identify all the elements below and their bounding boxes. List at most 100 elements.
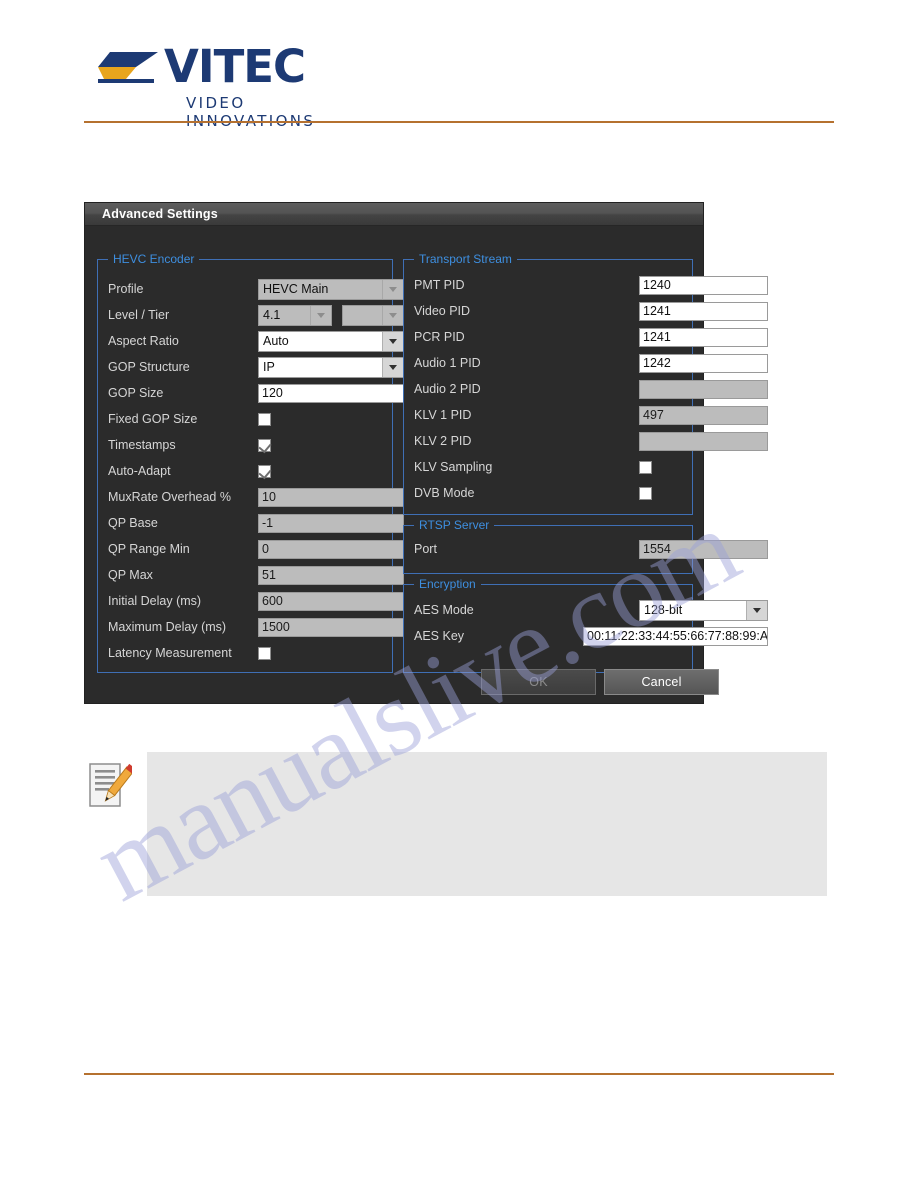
brand-tagline: VIDEO INNOVATIONS bbox=[186, 94, 316, 130]
label-video-pid: Video PID bbox=[414, 304, 471, 318]
input-audio-1-pid[interactable]: 1242 bbox=[639, 354, 768, 373]
row-klv-1-pid: KLV 1 PID 497 bbox=[404, 404, 768, 430]
group-legend-transport-stream: Transport Stream bbox=[414, 252, 517, 266]
label-aspect-ratio: Aspect Ratio bbox=[108, 334, 179, 348]
group-transport-stream: Transport Stream PMT PID 1240 Video PID 124… bbox=[403, 252, 768, 515]
combo-level[interactable]: 4.1 bbox=[258, 305, 332, 326]
checkbox-latency-measurement[interactable] bbox=[258, 647, 271, 660]
input-aes-key[interactable]: 00:11:22:33:44:55:66:77:88:99:A bbox=[583, 627, 768, 646]
vitec-swoosh-logo-icon bbox=[98, 52, 158, 83]
checkbox-dvb-mode[interactable] bbox=[639, 487, 652, 500]
chevron-down-icon[interactable] bbox=[310, 306, 331, 325]
row-video-pid: Video PID 1241 bbox=[404, 300, 768, 326]
row-level-tier: Level / Tier 4.1 bbox=[98, 304, 404, 330]
vitec-logo: VITEC VIDEO INNOVATIONS bbox=[96, 40, 366, 130]
label-gop-structure: GOP Structure bbox=[108, 360, 190, 374]
chevron-down-icon[interactable] bbox=[382, 280, 403, 299]
input-gop-size[interactable]: 120 bbox=[258, 384, 404, 403]
input-muxrate-overhead[interactable]: 10 bbox=[258, 488, 404, 507]
row-aes-mode: AES Mode 128-bit bbox=[404, 599, 768, 625]
row-aes-key: AES Key 00:11:22:33:44:55:66:77:88:99:A bbox=[404, 625, 768, 651]
group-legend-hevc-encoder: HEVC Encoder bbox=[108, 252, 200, 266]
input-qp-base[interactable]: -1 bbox=[258, 514, 404, 533]
checkbox-auto-adapt[interactable] bbox=[258, 465, 271, 478]
row-aspect-ratio: Aspect Ratio Auto bbox=[98, 330, 404, 356]
label-dvb-mode: DVB Mode bbox=[414, 486, 475, 500]
input-pmt-pid[interactable]: 1240 bbox=[639, 276, 768, 295]
label-qp-range-min: QP Range Min bbox=[108, 542, 190, 556]
label-klv-sampling: KLV Sampling bbox=[414, 460, 493, 474]
label-muxrate-overhead: MuxRate Overhead % bbox=[108, 490, 231, 504]
label-klv-1-pid: KLV 1 PID bbox=[414, 408, 472, 422]
chevron-down-icon[interactable] bbox=[382, 332, 403, 351]
row-maximum-delay-ms: Maximum Delay (ms) 1500 bbox=[98, 616, 404, 642]
row-latency-measurement: Latency Measurement bbox=[98, 642, 392, 668]
brand-name: VITEC bbox=[164, 40, 306, 93]
row-muxrate-overhead: MuxRate Overhead % 10 bbox=[98, 486, 404, 512]
label-fixed-gop-size: Fixed GOP Size bbox=[108, 412, 198, 426]
label-initial-delay-ms: Initial Delay (ms) bbox=[108, 594, 202, 608]
row-qp-range-min: QP Range Min 0 bbox=[98, 538, 404, 564]
combo-gop-structure[interactable]: IP bbox=[258, 357, 404, 378]
row-qp-base: QP Base -1 bbox=[98, 512, 404, 538]
input-pcr-pid[interactable]: 1241 bbox=[639, 328, 768, 347]
dialog-title: Advanced Settings bbox=[102, 207, 218, 221]
row-qp-max: QP Max 51 bbox=[98, 564, 404, 590]
label-gop-size: GOP Size bbox=[108, 386, 164, 400]
label-qp-max: QP Max bbox=[108, 568, 153, 582]
group-rtsp-server: RTSP Server Port 1554 bbox=[403, 518, 768, 574]
row-dvb-mode: DVB Mode bbox=[404, 482, 692, 508]
row-pmt-pid: PMT PID 1240 bbox=[404, 274, 768, 300]
label-maximum-delay-ms: Maximum Delay (ms) bbox=[108, 620, 227, 634]
checkbox-klv-sampling[interactable] bbox=[639, 461, 652, 474]
label-klv-2-pid: KLV 2 PID bbox=[414, 434, 472, 448]
row-audio-2-pid: Audio 2 PID bbox=[404, 378, 768, 404]
row-initial-delay-ms: Initial Delay (ms) 600 bbox=[98, 590, 404, 616]
group-legend-encryption: Encryption bbox=[414, 577, 481, 591]
footer-divider bbox=[84, 1073, 834, 1075]
row-gop-size: GOP Size 120 bbox=[98, 382, 404, 408]
note-pencil-icon bbox=[89, 763, 132, 807]
checkbox-fixed-gop-size[interactable] bbox=[258, 413, 271, 426]
input-klv-2-pid[interactable] bbox=[639, 432, 768, 451]
label-profile: Profile bbox=[108, 282, 144, 296]
checkbox-timestamps[interactable] bbox=[258, 439, 271, 452]
label-auto-adapt: Auto-Adapt bbox=[108, 464, 171, 478]
row-fixed-gop-size: Fixed GOP Size bbox=[98, 408, 392, 434]
combo-aspect-ratio[interactable]: Auto bbox=[258, 331, 404, 352]
input-qp-range-min[interactable]: 0 bbox=[258, 540, 404, 559]
label-timestamps: Timestamps bbox=[108, 438, 176, 452]
input-initial-delay-ms[interactable]: 600 bbox=[258, 592, 404, 611]
cancel-button[interactable]: Cancel bbox=[604, 669, 719, 695]
row-timestamps: Timestamps bbox=[98, 434, 392, 460]
chevron-down-icon[interactable] bbox=[746, 601, 767, 620]
advanced-settings-dialog: Advanced Settings HEVC Encoder Profile HE… bbox=[85, 203, 768, 704]
row-audio-1-pid: Audio 1 PID 1242 bbox=[404, 352, 768, 378]
input-maximum-delay-ms[interactable]: 1500 bbox=[258, 618, 404, 637]
input-video-pid[interactable]: 1241 bbox=[639, 302, 768, 321]
header-divider bbox=[84, 121, 834, 123]
label-qp-base: QP Base bbox=[108, 516, 158, 530]
dialog-body: HEVC Encoder Profile HEVC Main Level / Tie… bbox=[85, 226, 768, 704]
row-auto-adapt: Auto-Adapt bbox=[98, 460, 392, 486]
row-klv-2-pid: KLV 2 PID bbox=[404, 430, 768, 456]
ok-button[interactable]: OK bbox=[481, 669, 596, 695]
input-klv-1-pid[interactable]: 497 bbox=[639, 406, 768, 425]
combo-tier[interactable] bbox=[342, 305, 404, 326]
label-latency-measurement: Latency Measurement bbox=[108, 646, 232, 660]
label-port: Port bbox=[414, 542, 437, 556]
row-klv-sampling: KLV Sampling bbox=[404, 456, 692, 482]
input-port[interactable]: 1554 bbox=[639, 540, 768, 559]
chevron-down-icon[interactable] bbox=[382, 306, 403, 325]
combo-profile[interactable]: HEVC Main bbox=[258, 279, 404, 300]
group-hevc-encoder: HEVC Encoder Profile HEVC Main Level / Tie… bbox=[97, 252, 404, 673]
label-aes-key: AES Key bbox=[414, 629, 465, 643]
input-audio-2-pid[interactable] bbox=[639, 380, 768, 399]
combo-aes-mode[interactable]: 128-bit bbox=[639, 600, 768, 621]
row-pcr-pid: PCR PID 1241 bbox=[404, 326, 768, 352]
dialog-titlebar: Advanced Settings bbox=[85, 203, 703, 226]
input-qp-max[interactable]: 51 bbox=[258, 566, 404, 585]
label-aes-mode: AES Mode bbox=[414, 603, 474, 617]
chevron-down-icon[interactable] bbox=[382, 358, 403, 377]
group-legend-rtsp-server: RTSP Server bbox=[414, 518, 495, 532]
